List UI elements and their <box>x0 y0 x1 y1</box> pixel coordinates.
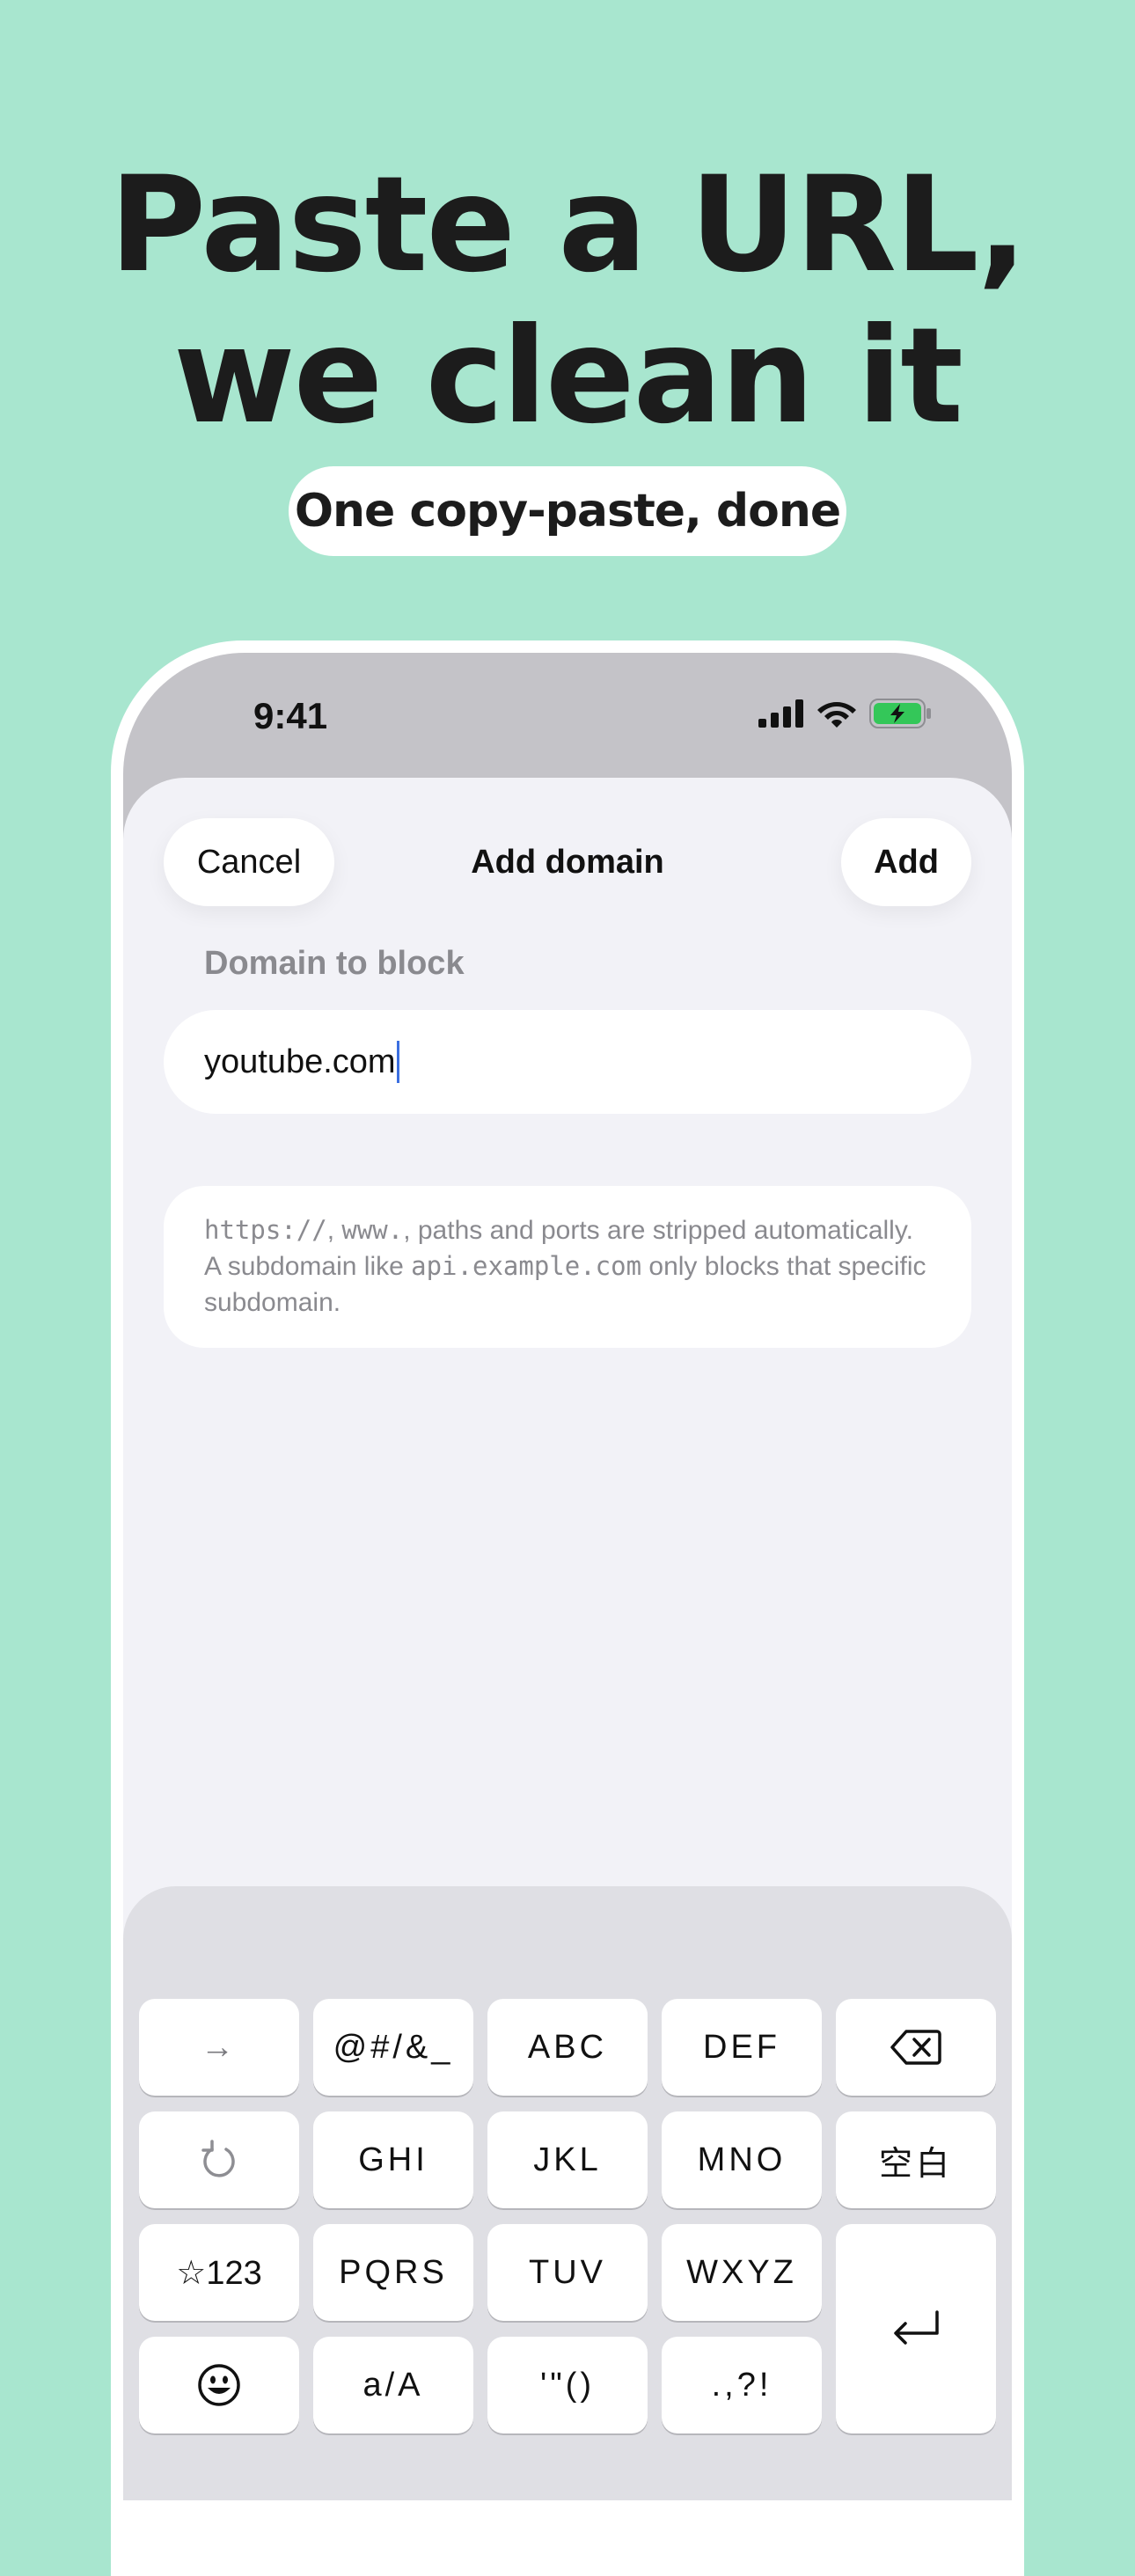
key-emoji[interactable] <box>139 2337 299 2433</box>
undo-icon <box>201 2140 235 2177</box>
wifi-icon <box>817 702 856 728</box>
domain-field-label: Domain to block <box>204 945 465 982</box>
key-next-arrow[interactable]: → <box>139 1999 299 2096</box>
status-time: 9:41 <box>253 695 328 736</box>
key-jkl[interactable]: JKL <box>487 2111 648 2208</box>
cellular-signal-icon <box>758 699 803 728</box>
headline-line-1: Paste a URL, <box>109 149 1027 302</box>
info-code-https: https:// <box>204 1215 327 1245</box>
key-mno[interactable]: MNO <box>662 2111 822 2208</box>
add-button[interactable]: Add <box>841 818 971 906</box>
keyboard: → @#/&_ ABC DEF GHI JKL MNO 空白 ☆123 PQRS… <box>123 1886 1012 2500</box>
domain-input[interactable]: youtube.com <box>164 1010 971 1114</box>
text-cursor <box>396 1041 399 1083</box>
key-pqrs[interactable]: PQRS <box>313 2224 473 2321</box>
delete-icon <box>890 2030 941 2065</box>
key-undo[interactable] <box>139 2111 299 2208</box>
key-numbers[interactable]: ☆123 <box>139 2224 299 2321</box>
key-return[interactable] <box>836 2224 996 2433</box>
return-icon <box>894 2310 939 2345</box>
emoji-icon <box>198 2364 240 2406</box>
key-def[interactable]: DEF <box>662 1999 822 2096</box>
info-code-www: www. <box>341 1215 404 1245</box>
key-quotes-parens[interactable]: '"() <box>487 2337 648 2433</box>
domain-input-value: youtube.com <box>204 1043 396 1080</box>
info-card: https://, www., paths and ports are stri… <box>164 1186 971 1348</box>
info-separator: , <box>326 1216 342 1245</box>
phone-screen: 9:41 Add domain Cancel Add Domain to blo… <box>123 653 1012 2500</box>
status-icons <box>758 699 933 728</box>
headline-line-2: we clean it <box>173 300 963 453</box>
subtitle-pill: One copy-paste, done <box>289 466 846 556</box>
key-case-toggle[interactable]: a/A <box>313 2337 473 2433</box>
subtitle: One copy-paste, done <box>294 485 841 538</box>
key-punctuation[interactable]: .,?! <box>662 2337 822 2433</box>
info-code-example: api.example.com <box>411 1251 642 1281</box>
battery-charging-icon <box>869 699 931 728</box>
key-tuv[interactable]: TUV <box>487 2224 648 2321</box>
key-delete[interactable] <box>836 1999 996 2096</box>
status-bar: 9:41 <box>123 653 1012 776</box>
key-abc[interactable]: ABC <box>487 1999 648 2096</box>
key-wxyz[interactable]: WXYZ <box>662 2224 822 2321</box>
key-space[interactable]: 空白 <box>836 2111 996 2208</box>
key-symbols[interactable]: @#/&_ <box>313 1999 473 2096</box>
cancel-button[interactable]: Cancel <box>164 818 334 906</box>
key-ghi[interactable]: GHI <box>313 2111 473 2208</box>
headline: Paste a URL, we clean it <box>0 150 1135 452</box>
